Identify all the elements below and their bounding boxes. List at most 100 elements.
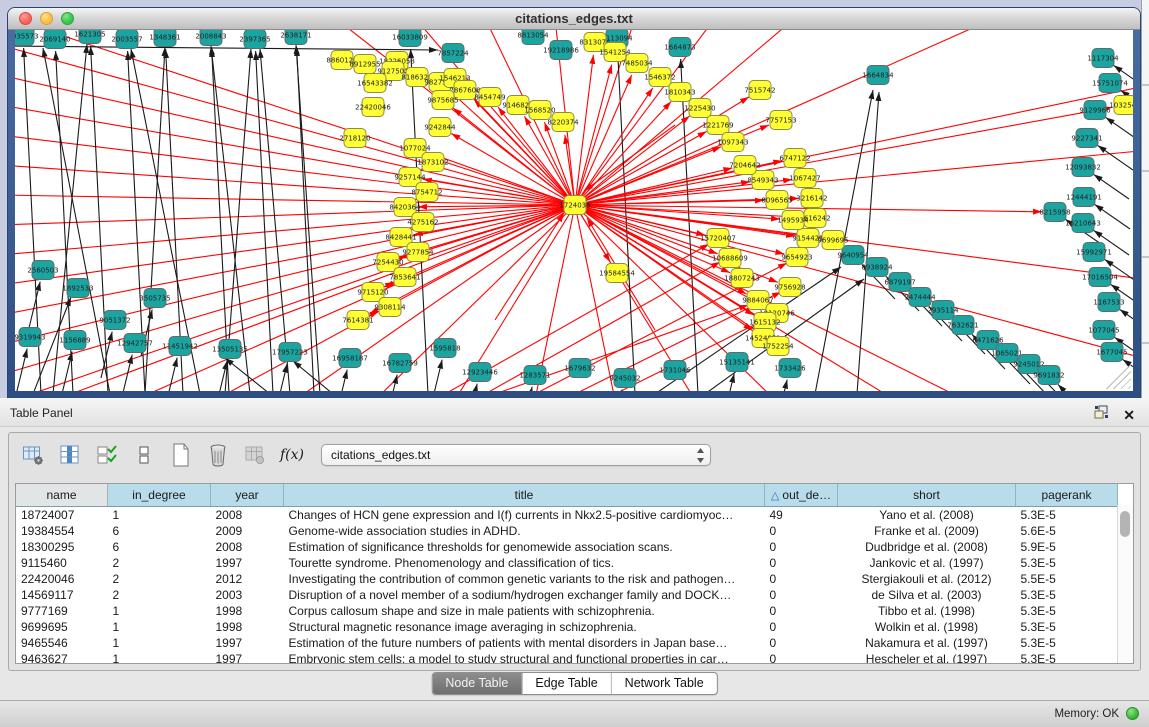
- graph-node[interactable]: 1664834: [862, 66, 894, 85]
- graph-node[interactable]: 1221769: [702, 116, 733, 135]
- table-row[interactable]: 1456911722003Disruption of a novel membe…: [16, 587, 1118, 603]
- close-window-button[interactable]: [19, 12, 32, 25]
- graph-node[interactable]: 1156889: [59, 331, 90, 350]
- graph-node[interactable]: 2718120: [339, 129, 370, 148]
- graph-node[interactable]: 7757153: [765, 111, 796, 130]
- column-header-out_de[interactable]: △ out_de…: [765, 484, 838, 507]
- table-row[interactable]: 1830029562008Estimation of significance …: [16, 539, 1118, 555]
- column-header-in_degree[interactable]: in_degree: [108, 484, 211, 507]
- graph-node[interactable]: 13505135: [212, 340, 248, 359]
- tab-node-table[interactable]: Node Table: [432, 673, 521, 694]
- graph-node[interactable]: 2003557: [111, 30, 142, 49]
- column-header-year[interactable]: year: [211, 484, 284, 507]
- graph-node[interactable]: 7857224: [437, 44, 469, 63]
- graph-node[interactable]: 12093832: [1065, 158, 1101, 177]
- table-row[interactable]: 2242004622012Investigating the contribut…: [16, 571, 1118, 587]
- table-row[interactable]: 969969511998Structural magnetic resonanc…: [16, 619, 1118, 635]
- graph-node[interactable]: 1283571: [519, 366, 550, 385]
- graph-node[interactable]: 1677045: [1096, 343, 1127, 362]
- graph-node[interactable]: 1067427: [789, 169, 820, 188]
- delete-table-icon[interactable]: [206, 443, 230, 467]
- column-header-title[interactable]: title: [284, 484, 765, 507]
- graph-node[interactable]: 12444191: [1066, 188, 1102, 207]
- tab-network-table[interactable]: Network Table: [611, 673, 717, 694]
- graph-node[interactable]: 7485034: [621, 54, 653, 73]
- graph-node[interactable]: 15135141: [719, 353, 755, 372]
- network-canvas[interactable]: 1724036203557320691401621305200355713483…: [15, 30, 1133, 391]
- graph-node[interactable]: 6747122: [779, 149, 810, 168]
- table-row[interactable]: 911546021997Tourette syndrome. Phenomeno…: [16, 555, 1118, 571]
- table-row[interactable]: 977716911998Corpus callosum shape and si…: [16, 603, 1118, 619]
- graph-node[interactable]: 1595818: [429, 339, 460, 358]
- graph-node[interactable]: 9129966: [1079, 101, 1111, 120]
- graph-node[interactable]: 1873102: [417, 153, 448, 172]
- graph-node[interactable]: 1225430: [684, 99, 715, 118]
- graph-node[interactable]: 9051372: [99, 311, 130, 330]
- graph-node[interactable]: 17016504: [1082, 268, 1118, 287]
- graph-node[interactable]: 2560503: [27, 261, 58, 280]
- graph-node[interactable]: 10688609: [712, 249, 748, 268]
- graph-node[interactable]: 8096563: [761, 191, 792, 210]
- table-settings-icon[interactable]: [21, 443, 45, 467]
- graph-node[interactable]: 8220374: [547, 113, 579, 132]
- graph-node[interactable]: 1733426: [774, 359, 806, 378]
- zoom-window-button[interactable]: [61, 12, 74, 25]
- graph-node[interactable]: 3505735: [139, 289, 170, 308]
- tab-edge-table[interactable]: Edge Table: [521, 673, 610, 694]
- graph-node[interactable]: 9654923: [781, 248, 812, 267]
- graph-node[interactable]: 9245032: [609, 369, 640, 388]
- table-row[interactable]: 1872400712008Changes of HCN gene express…: [16, 507, 1118, 524]
- graph-node[interactable]: 15720407: [700, 229, 736, 248]
- vertical-scrollbar[interactable]: [1117, 505, 1133, 663]
- graph-node[interactable]: 15992971: [1076, 243, 1112, 262]
- graph-node[interactable]: 2397365: [239, 30, 270, 49]
- table-row[interactable]: 946554611997Estimation of the future num…: [16, 635, 1118, 651]
- graph-node[interactable]: 15751074: [1092, 74, 1128, 93]
- graph-node[interactable]: 7632621: [947, 316, 978, 335]
- graph-node[interactable]: 2008843: [195, 30, 226, 46]
- graph-node[interactable]: 1032541: [1109, 96, 1133, 115]
- select-column-icon[interactable]: [58, 443, 82, 467]
- column-header-pagerank[interactable]: pagerank: [1016, 484, 1118, 507]
- graph-node[interactable]: 16958187: [332, 349, 368, 368]
- function-builder-icon[interactable]: f(x): [280, 443, 304, 467]
- graph-node[interactable]: 17957223: [272, 343, 308, 362]
- graph-node[interactable]: 2035573: [15, 30, 39, 46]
- graph-node[interactable]: 1664873: [664, 38, 695, 57]
- merge-rows-icon[interactable]: [132, 443, 156, 467]
- graph-node[interactable]: 8454749: [474, 88, 505, 107]
- graph-node[interactable]: 7515742: [744, 81, 775, 100]
- graph-node[interactable]: 22420046: [355, 98, 391, 117]
- graph-node[interactable]: 9308114: [374, 298, 406, 317]
- graph-node[interactable]: 1810343: [664, 83, 695, 102]
- graph-node[interactable]: 7614381: [342, 311, 373, 330]
- graph-node[interactable]: 8754712: [411, 183, 442, 202]
- graph-node[interactable]: 7853641: [389, 268, 420, 287]
- graph-node[interactable]: 1731046: [659, 361, 691, 380]
- graph-node[interactable]: 1568520: [524, 101, 555, 120]
- graph-node[interactable]: 9756928: [774, 278, 805, 297]
- graph-node[interactable]: 1348361: [149, 30, 180, 47]
- graph-node[interactable]: 9319943: [15, 328, 46, 347]
- graph-node[interactable]: 9277854: [402, 243, 434, 262]
- table-row[interactable]: 946362711997Embryonic stem cells: a mode…: [16, 651, 1118, 664]
- graph-node[interactable]: 3216142: [796, 189, 827, 208]
- graph-node[interactable]: 16033809: [392, 30, 428, 47]
- graph-node[interactable]: 11451942: [162, 337, 198, 356]
- graph-node[interactable]: 9875685: [427, 91, 458, 110]
- minimize-window-button[interactable]: [40, 12, 53, 25]
- graph-node[interactable]: 1077045: [1088, 321, 1119, 340]
- graph-node[interactable]: 8938924: [861, 258, 893, 277]
- graph-node[interactable]: 1097343: [717, 133, 748, 152]
- graph-node[interactable]: 2069140: [39, 30, 70, 49]
- graph-node[interactable]: 19218986: [543, 41, 579, 60]
- graph-node[interactable]: 1679632: [564, 359, 595, 378]
- graph-node[interactable]: 8215958: [1039, 203, 1070, 222]
- table-row[interactable]: 1938455462009Genome-wide association stu…: [16, 523, 1118, 539]
- graph-node[interactable]: 2638171: [280, 30, 311, 45]
- graph-node[interactable]: 7204642: [729, 156, 760, 175]
- float-panel-icon[interactable]: [1094, 405, 1109, 424]
- graph-node[interactable]: 9691832: [1033, 366, 1064, 385]
- graph-node[interactable]: 8813054: [517, 30, 549, 45]
- table-select-dropdown[interactable]: citations_edges.txt: [321, 444, 711, 466]
